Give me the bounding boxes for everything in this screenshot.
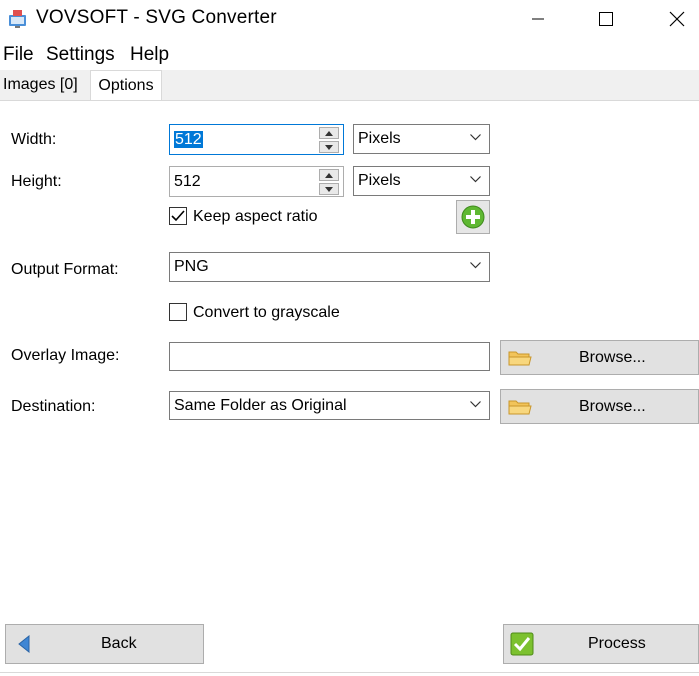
overlay-image-label: Overlay Image: [11, 347, 120, 364]
width-increment-button[interactable] [319, 127, 339, 139]
add-preset-button[interactable] [456, 200, 490, 234]
tab-images[interactable]: Images [0] [0, 71, 90, 99]
destination-value: Same Folder as Original [174, 396, 347, 414]
add-icon [461, 205, 485, 229]
width-value: 512 [174, 130, 203, 148]
width-input[interactable]: 512 [169, 124, 344, 155]
process-label: Process [588, 635, 646, 652]
menu-file[interactable]: File [3, 44, 34, 66]
chevron-down-icon [470, 262, 481, 269]
back-button[interactable]: Back [5, 624, 204, 664]
chevron-down-icon [470, 134, 481, 141]
back-arrow-icon [18, 635, 30, 653]
minimize-button[interactable] [509, 0, 567, 38]
height-value: 512 [174, 172, 201, 190]
height-unit-select[interactable]: Pixels [353, 166, 490, 196]
destination-select[interactable]: Same Folder as Original [169, 391, 490, 420]
chevron-down-icon [470, 176, 481, 183]
keep-aspect-checkbox[interactable] [169, 207, 187, 225]
process-button[interactable]: Process [503, 624, 699, 664]
overlay-browse-label: Browse... [579, 348, 646, 366]
maximize-button[interactable] [577, 0, 635, 38]
folder-icon [508, 351, 532, 365]
maximize-icon [599, 12, 613, 26]
height-label: Height: [11, 173, 62, 190]
keep-aspect-label[interactable]: Keep aspect ratio [193, 208, 318, 226]
width-decrement-button[interactable] [319, 141, 339, 153]
back-label: Back [101, 635, 137, 652]
grayscale-checkbox[interactable] [169, 303, 187, 321]
height-stepper[interactable] [319, 169, 339, 195]
output-format-select[interactable]: PNG [169, 252, 490, 282]
height-unit-value: Pixels [358, 172, 401, 189]
height-input[interactable]: 512 [169, 166, 344, 197]
destination-browse-button[interactable]: Browse... [500, 389, 699, 424]
height-decrement-button[interactable] [319, 183, 339, 195]
overlay-image-input[interactable] [169, 342, 490, 371]
bottom-border [0, 672, 699, 673]
app-icon [8, 9, 27, 29]
chevron-down-icon [470, 400, 481, 407]
close-icon [669, 11, 685, 27]
menu-help[interactable]: Help [130, 44, 169, 66]
width-unit-value: Pixels [358, 130, 401, 147]
checkmark-icon [171, 210, 185, 222]
destination-label: Destination: [11, 398, 96, 415]
output-format-value: PNG [174, 258, 209, 275]
menu-settings[interactable]: Settings [46, 44, 115, 66]
destination-browse-label: Browse... [579, 397, 646, 415]
height-increment-button[interactable] [319, 169, 339, 181]
output-format-label: Output Format: [11, 261, 119, 278]
folder-icon [508, 400, 532, 414]
width-unit-select[interactable]: Pixels [353, 124, 490, 154]
width-stepper[interactable] [319, 127, 339, 153]
width-label: Width: [11, 131, 57, 148]
checkmark-icon [510, 632, 534, 656]
close-button[interactable] [648, 0, 699, 38]
minimize-icon [532, 18, 544, 20]
window-title: VOVSOFT - SVG Converter [36, 7, 277, 28]
overlay-browse-button[interactable]: Browse... [500, 340, 699, 375]
grayscale-label[interactable]: Convert to grayscale [193, 304, 340, 322]
tab-options[interactable]: Options [90, 70, 162, 100]
